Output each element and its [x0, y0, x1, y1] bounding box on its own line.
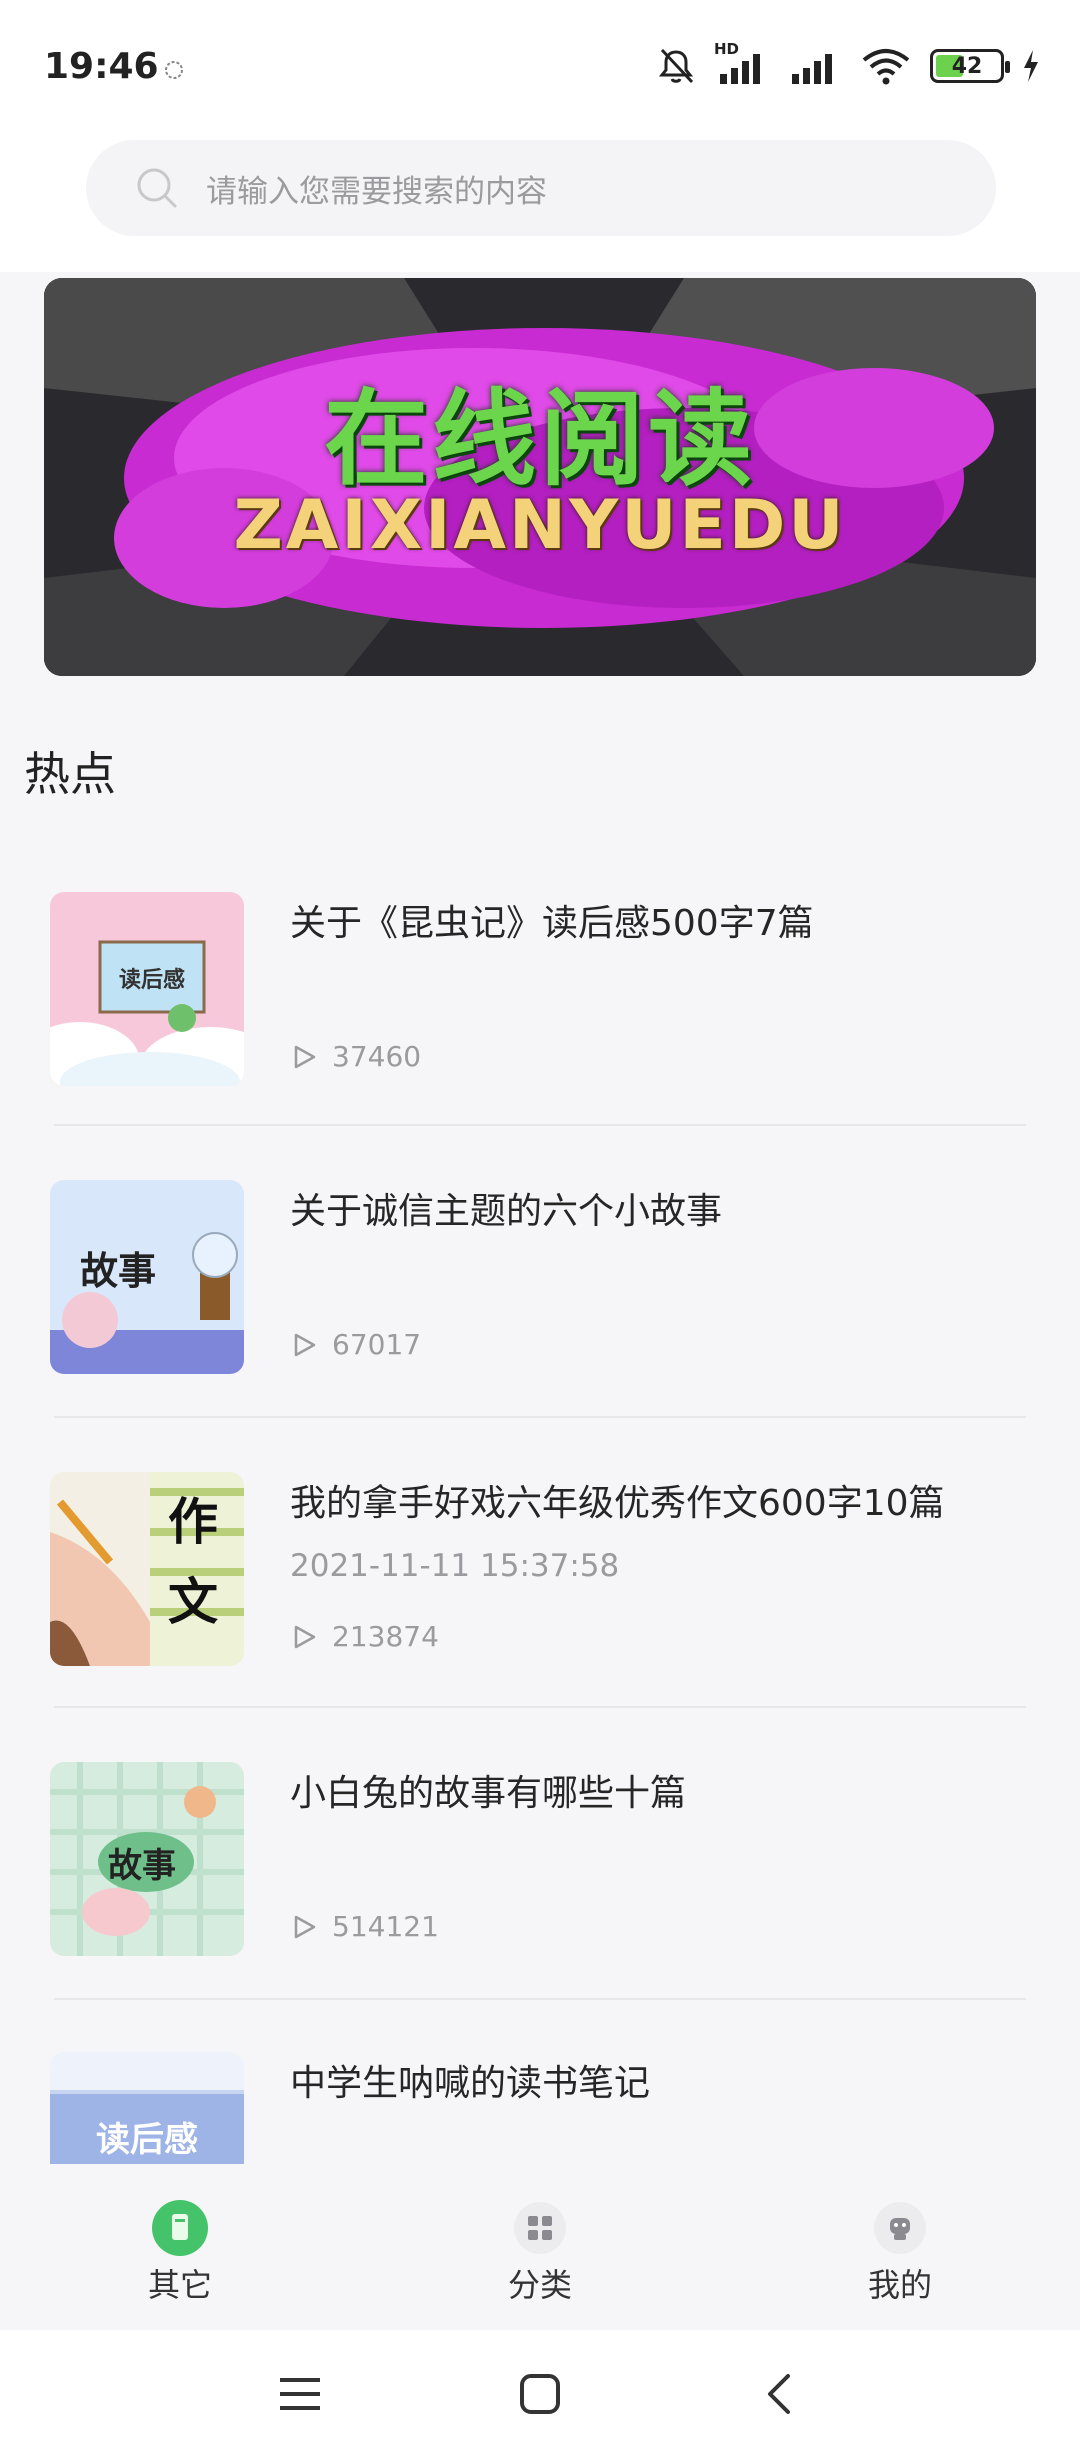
- view-count-value: 37460: [332, 1040, 422, 1073]
- banner[interactable]: 在线阅读 ZAIXIANYUEDU: [44, 278, 1036, 676]
- play-icon: [294, 1915, 316, 1938]
- article-date: 2021-11-11 15:37:58: [290, 1548, 620, 1584]
- book-icon: [152, 2200, 208, 2256]
- divider: [54, 1416, 1026, 1418]
- tab-label: 分类: [507, 2266, 572, 2304]
- thumbnail-label: 读后感: [96, 2120, 198, 2160]
- grid-icon: [512, 2200, 568, 2256]
- list-item[interactable]: 读后感 关于《昆虫记》读后感500字7篇 37460: [0, 892, 1080, 1182]
- view-count: 67017: [290, 1328, 421, 1361]
- robot-icon: [872, 2200, 928, 2256]
- article-thumbnail: 故事: [50, 1180, 244, 1374]
- search-placeholder: 请输入您需要搜索的内容: [206, 173, 547, 210]
- tab-category[interactable]: 分类: [480, 2200, 600, 2306]
- article-title: 关于《昆虫记》读后感500字7篇: [290, 903, 814, 944]
- article-title: 我的拿手好戏六年级优秀作文600字10篇: [290, 1483, 945, 1524]
- home-icon[interactable]: [518, 2372, 562, 2416]
- list-item[interactable]: 故事 关于诚信主题的六个小故事 67017: [0, 1180, 1080, 1470]
- article-title: 中学生呐喊的读书笔记: [290, 2063, 651, 2104]
- status-bar: 19:46 HD 42: [0, 0, 1080, 136]
- article-thumbnail: 读后感: [50, 892, 244, 1086]
- view-count: 514121: [290, 1910, 439, 1943]
- divider: [54, 1998, 1026, 2000]
- tab-mine[interactable]: 我的: [840, 2200, 960, 2306]
- tab-other[interactable]: 其它: [120, 2200, 240, 2306]
- tab-label: 我的: [867, 2266, 932, 2304]
- charging-icon: [1024, 50, 1038, 82]
- status-icons: HD 42: [656, 40, 1040, 88]
- view-count-value: 514121: [332, 1910, 439, 1943]
- search-input[interactable]: 请输入您需要搜索的内容: [86, 140, 996, 236]
- section-title: 热点: [24, 747, 116, 801]
- view-count-value: 67017: [332, 1328, 422, 1361]
- thumbnail-label: 作文: [168, 1493, 218, 1631]
- play-icon: [294, 1045, 316, 1068]
- mute-bell-icon: [658, 48, 694, 84]
- list-item[interactable]: 读后感 中学生呐喊的读书笔记: [0, 2052, 1080, 2164]
- article-thumbnail: 读后感: [50, 2052, 244, 2164]
- tab-label: 其它: [147, 2266, 212, 2304]
- divider: [54, 1124, 1026, 1126]
- view-count: 213874: [290, 1620, 439, 1653]
- wifi-icon: [862, 49, 910, 85]
- article-title: 关于诚信主题的六个小故事: [290, 1191, 723, 1232]
- cell-signal-1-icon: HD: [714, 40, 772, 86]
- thumbnail-label: 故事: [108, 1846, 176, 1886]
- thumbnail-label: 故事: [80, 1249, 157, 1293]
- back-icon[interactable]: [762, 2372, 794, 2416]
- divider: [54, 1706, 1026, 1708]
- bottom-tab-bar: 其它 分类 我的: [0, 2164, 1080, 2330]
- battery-indicator: 42: [930, 49, 1010, 83]
- view-count-value: 213874: [332, 1620, 439, 1653]
- play-icon: [294, 1625, 316, 1648]
- search-icon: [137, 168, 177, 208]
- list-item[interactable]: 故事 小白兔的故事有哪些十篇 514121: [0, 1762, 1080, 2052]
- banner-title: 在线阅读: [323, 378, 756, 500]
- article-thumbnail: 故事: [50, 1762, 244, 1956]
- article-title: 小白兔的故事有哪些十篇: [290, 1773, 687, 1814]
- hd-label: HD: [714, 40, 740, 58]
- play-icon: [294, 1333, 316, 1356]
- view-count: 37460: [290, 1040, 421, 1073]
- banner-subtitle: ZAIXIANYUEDU: [233, 486, 847, 565]
- thumbnail-label: 读后感: [118, 968, 185, 993]
- notification-icon: [165, 61, 183, 79]
- list-item[interactable]: 作文 我的拿手好戏六年级优秀作文600字10篇 2021-11-11 15:37…: [0, 1472, 1080, 1762]
- cell-signal-2-icon: [792, 54, 832, 84]
- system-nav-bar: [0, 2330, 1080, 2460]
- menu-icon[interactable]: [278, 2374, 322, 2414]
- article-thumbnail: 作文: [50, 1472, 244, 1666]
- status-time: 19:46: [44, 46, 159, 87]
